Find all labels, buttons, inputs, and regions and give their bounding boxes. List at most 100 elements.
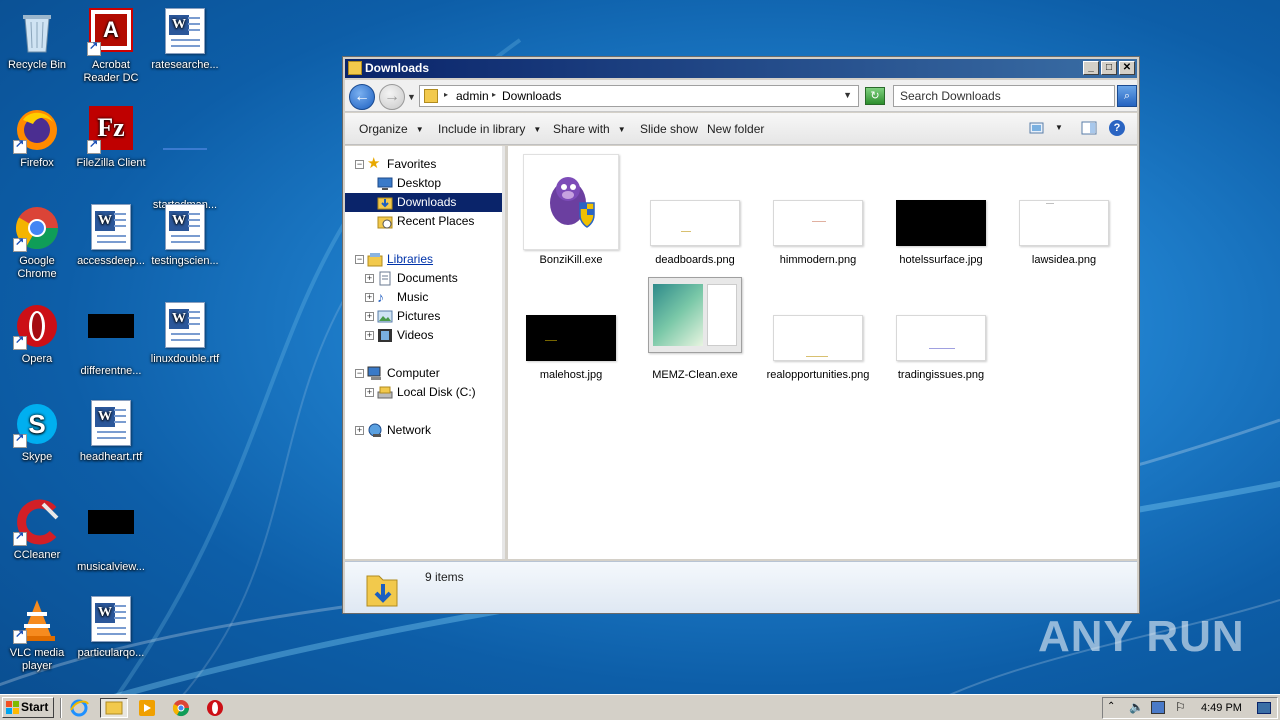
nav-item-libraries[interactable]: − Libraries [345,250,502,269]
search-icon[interactable]: ⌕ [1117,85,1137,107]
desktop-icon-accessdeep[interactable]: W accessdeep... [74,204,148,268]
media-player-icon[interactable] [136,698,158,718]
desktop-icon-particularqo[interactable]: W particularqo... [74,596,148,660]
window-titlebar[interactable]: Downloads _ □ ✕ [345,59,1137,78]
desktop-icon-opera[interactable]: Opera [0,302,74,366]
view-dropdown-icon[interactable]: ▼ [1055,123,1071,137]
expand-icon[interactable]: + [365,293,374,302]
nav-item-documents[interactable]: + Documents [345,269,502,288]
nav-item-computer[interactable]: − Computer [345,364,502,383]
desktop-icon-firefox[interactable]: Firefox [0,106,74,170]
desktop-icon-testingscien[interactable]: W testingscien... [148,204,222,268]
desktop-icon-chrome[interactable]: Google Chrome [0,204,74,281]
change-view-icon[interactable] [1029,121,1045,135]
breadcrumb-downloads[interactable]: Downloads [502,89,561,103]
show-hidden-icons-icon[interactable]: ⌃ [1107,701,1115,712]
desktop-icon-filezilla[interactable]: Fz FileZilla Client [74,106,148,170]
collapse-icon[interactable]: − [355,255,364,264]
file-item[interactable]: hotelssurface.jpg [886,154,996,267]
back-button[interactable]: ← [349,84,375,110]
desktop-icon-label: accessdeep... [77,255,145,267]
breadcrumb-admin[interactable]: admin [456,89,489,103]
nav-item-pictures[interactable]: + Pictures [345,307,502,326]
desktop-icon-label: linuxdouble.rtf [150,353,220,365]
minimize-button[interactable]: _ [1083,61,1099,75]
filezilla-icon: Fz [87,106,135,154]
chrome-icon[interactable] [170,698,192,718]
image-thumbnail-icon [87,314,135,362]
chevron-right-icon[interactable]: ▸ [444,90,448,99]
close-button[interactable]: ✕ [1119,61,1135,75]
shortcut-arrow-icon [87,40,101,56]
expand-icon[interactable]: + [365,388,374,397]
desktop-icon-headheart[interactable]: W headheart.rtf [74,400,148,464]
file-thumbnail [516,269,626,365]
nav-item-local-disk[interactable]: + Local Disk (C:) [345,383,502,402]
nav-item-music[interactable]: + ♪ Music [345,288,502,307]
internet-explorer-icon[interactable] [68,698,90,718]
expand-icon[interactable]: + [355,426,364,435]
nav-item-network[interactable]: + Network [345,421,502,440]
desktop-icon-label: Acrobat Reader DC [83,59,139,84]
forward-button[interactable]: → [379,84,405,110]
desktop-icon-acrobat[interactable]: A Acrobat Reader DC [74,8,148,85]
include-in-library-button[interactable]: Include in library ▼ [438,122,541,136]
image-preview [773,315,863,361]
new-folder-button[interactable]: New folder [707,122,764,136]
slide-show-button[interactable]: Slide show [640,122,698,136]
help-icon[interactable]: ? [1109,120,1125,136]
address-dropdown-icon[interactable]: ▼ [843,90,852,100]
desktop-icon-ccleaner[interactable]: CCleaner [0,498,74,562]
start-button[interactable]: Start [2,697,54,718]
breadcrumb[interactable]: ▸ admin ▸ Downloads ▼ [419,85,859,107]
action-center-flag-icon[interactable]: ⚐ [1175,700,1186,714]
nav-item-label: Recent Places [397,214,475,228]
nav-item-desktop[interactable]: Desktop [345,174,502,193]
organize-button[interactable]: Organize ▼ [359,122,424,136]
file-explorer-taskbar-button[interactable] [100,698,128,718]
nav-item-recent-places[interactable]: Recent Places [345,212,502,231]
maximize-button[interactable]: □ [1101,61,1117,75]
image-preview [650,200,740,246]
preview-pane-icon[interactable] [1081,121,1097,135]
file-item[interactable]: BonziKill.exe [516,154,626,267]
libraries-icon [367,252,383,267]
share-with-button[interactable]: Share with ▼ [553,122,626,136]
file-item[interactable]: malehost.jpg [516,269,626,382]
expand-icon[interactable]: + [365,312,374,321]
file-item[interactable]: MEMZ-Clean.exe [640,269,750,382]
file-item[interactable]: tradingissues.png [886,269,996,382]
network-tray-icon[interactable] [1151,701,1165,714]
expand-icon[interactable]: + [365,331,374,340]
desktop-icon-startedman[interactable]: startedman... [148,106,222,212]
desktop-icon-recycle-bin[interactable]: Recycle Bin [0,8,74,72]
file-item[interactable]: lawsidea.png [1009,154,1119,267]
desktop-icon-skype[interactable]: S Skype [0,400,74,464]
nav-item-downloads[interactable]: Downloads [345,193,502,212]
bonzi-gorilla-icon [523,154,619,250]
desktop-icon-ratesearche[interactable]: W ratesearche... [148,8,222,72]
file-item[interactable]: himmodern.png [763,154,873,267]
history-dropdown-icon[interactable]: ▼ [407,92,416,102]
desktop-icon-linuxdouble[interactable]: W linuxdouble.rtf [148,302,222,366]
volume-icon[interactable]: 🔈 [1129,700,1144,714]
expand-icon[interactable]: + [365,274,374,283]
desktop-icon-differentne[interactable]: differentne... [74,302,148,378]
nav-item-videos[interactable]: + Videos [345,326,502,345]
opera-icon[interactable] [204,698,226,718]
search-input[interactable]: Search Downloads [893,85,1115,107]
file-thumbnail [640,154,750,250]
file-item[interactable]: realopportunities.png [763,269,873,382]
refresh-button[interactable]: ↻ [865,87,885,105]
explorer-window: Downloads _ □ ✕ ← → ▼ ▸ admin ▸ Download… [342,56,1140,614]
taskbar-clock[interactable]: 4:49 PM [1201,702,1242,714]
file-item[interactable]: deadboards.png [640,154,750,267]
desktop-icon-musicalview[interactable]: musicalview... [74,498,148,574]
collapse-icon[interactable]: − [355,160,364,169]
chevron-right-icon[interactable]: ▸ [492,90,496,99]
show-desktop-icon[interactable] [1257,702,1271,714]
nav-item-label: Computer [387,366,440,380]
collapse-icon[interactable]: − [355,369,364,378]
desktop-icon-vlc[interactable]: VLC media player [0,596,74,673]
nav-item-favorites[interactable]: − ★ Favorites [345,155,502,174]
